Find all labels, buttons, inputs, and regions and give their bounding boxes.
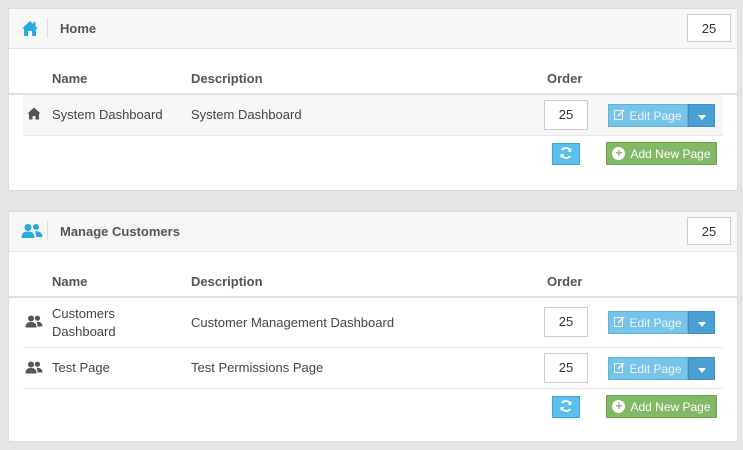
row-name-line: Dashboard bbox=[52, 324, 116, 339]
edit-page-dropdown-toggle[interactable] bbox=[688, 104, 715, 127]
panel-title: Manage Customers bbox=[60, 224, 180, 239]
row-order-input[interactable]: 25 bbox=[544, 307, 588, 337]
edit-page-button-group: Edit Page bbox=[608, 311, 715, 334]
table-row: Customers Dashboard Customer Management … bbox=[23, 298, 723, 348]
refresh-icon bbox=[559, 146, 573, 163]
edit-page-button[interactable]: Edit Page bbox=[608, 104, 688, 127]
refresh-button[interactable] bbox=[552, 143, 580, 165]
edit-page-button-group: Edit Page bbox=[608, 357, 715, 380]
users-icon bbox=[21, 221, 48, 241]
column-header-order: Order bbox=[547, 71, 583, 86]
add-new-page-button[interactable]: + Add New Page bbox=[606, 395, 717, 418]
edit-icon bbox=[614, 315, 625, 330]
home-icon bbox=[27, 107, 41, 123]
section-order-input[interactable]: 25 bbox=[687, 14, 731, 42]
panel-footer-actions: + Add New Page bbox=[9, 136, 737, 170]
caret-down-icon bbox=[697, 361, 706, 376]
table-header: Name Description Order bbox=[9, 49, 737, 95]
edit-icon bbox=[614, 108, 625, 123]
table-header: Name Description Order bbox=[9, 252, 737, 298]
home-icon bbox=[21, 18, 48, 38]
row-name: Customers Dashboard bbox=[52, 305, 116, 341]
caret-down-icon bbox=[697, 315, 706, 330]
edit-page-label: Edit Page bbox=[629, 315, 682, 330]
row-order-input[interactable]: 25 bbox=[544, 100, 588, 130]
plus-circle-icon: + bbox=[612, 147, 626, 160]
add-new-page-label: Add New Page bbox=[630, 399, 711, 414]
row-description: Customer Management Dashboard bbox=[191, 315, 395, 330]
panel-title: Home bbox=[60, 21, 97, 36]
edit-page-dropdown-toggle[interactable] bbox=[688, 311, 715, 334]
panel-heading: Home 25 bbox=[9, 9, 737, 49]
column-header-description: Description bbox=[191, 274, 263, 289]
panel-heading: Manage Customers 25 bbox=[9, 212, 737, 252]
row-order-input[interactable]: 25 bbox=[544, 353, 588, 383]
column-header-name: Name bbox=[52, 71, 88, 86]
add-new-page-button[interactable]: + Add New Page bbox=[606, 142, 717, 165]
section-order-input[interactable]: 25 bbox=[687, 217, 731, 245]
edit-page-button[interactable]: Edit Page bbox=[608, 357, 688, 380]
users-icon bbox=[25, 361, 43, 377]
edit-page-label: Edit Page bbox=[629, 108, 682, 123]
row-name: System Dashboard bbox=[52, 107, 163, 122]
panel-footer-actions: + Add New Page bbox=[9, 389, 737, 423]
edit-page-dropdown-toggle[interactable] bbox=[688, 357, 715, 380]
users-icon bbox=[25, 315, 43, 331]
panel-manage-customers: Manage Customers 25 Name Description Ord… bbox=[8, 211, 738, 442]
refresh-icon bbox=[559, 399, 573, 416]
edit-page-button-group: Edit Page bbox=[608, 104, 715, 127]
table-row: System Dashboard System Dashboard 25 Edi… bbox=[23, 95, 723, 136]
plus-circle-icon: + bbox=[612, 400, 626, 413]
panel-home: Home 25 Name Description Order System Da… bbox=[8, 8, 738, 191]
row-description: System Dashboard bbox=[191, 107, 302, 122]
row-name-line: Customers bbox=[52, 306, 115, 321]
edit-icon bbox=[614, 361, 625, 376]
column-header-description: Description bbox=[191, 71, 263, 86]
caret-down-icon bbox=[697, 108, 706, 123]
edit-page-label: Edit Page bbox=[629, 361, 682, 376]
column-header-name: Name bbox=[52, 274, 88, 289]
column-header-order: Order bbox=[547, 274, 583, 289]
row-description: Test Permissions Page bbox=[191, 360, 324, 375]
table-row: Test Page Test Permissions Page 25 Edit … bbox=[23, 348, 723, 389]
row-name: Test Page bbox=[52, 360, 110, 375]
edit-page-button[interactable]: Edit Page bbox=[608, 311, 688, 334]
refresh-button[interactable] bbox=[552, 396, 580, 418]
add-new-page-label: Add New Page bbox=[630, 146, 711, 161]
